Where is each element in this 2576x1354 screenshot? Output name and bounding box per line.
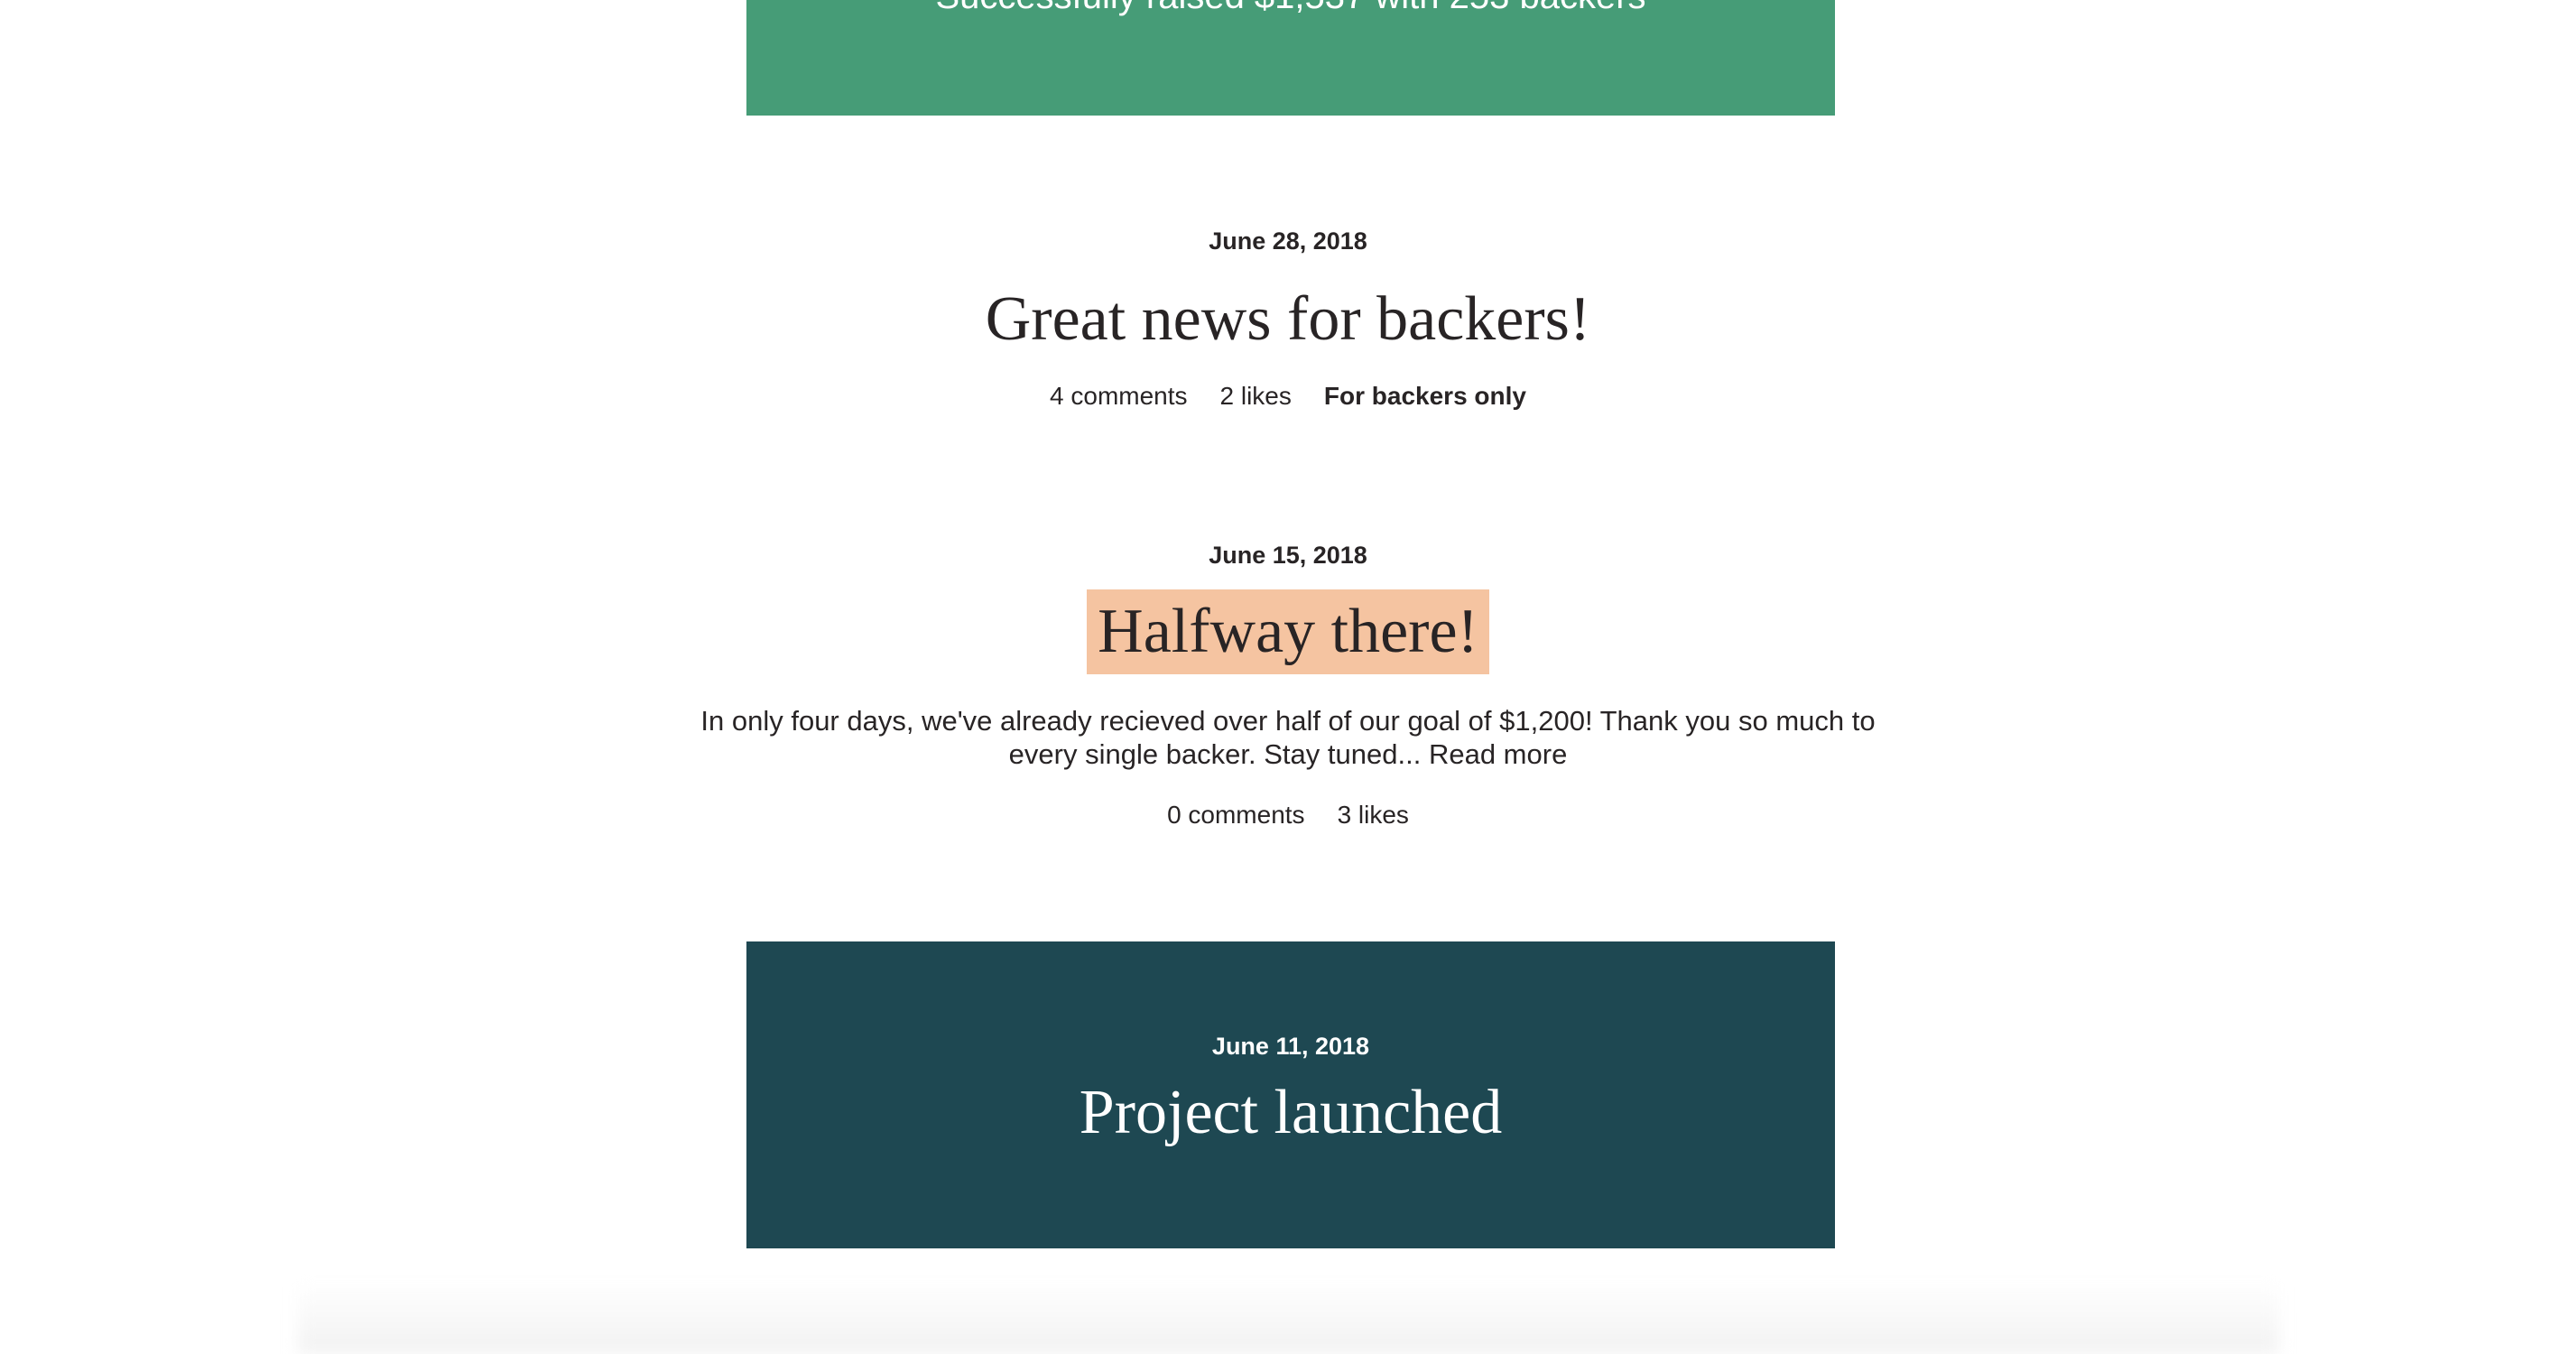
update-title[interactable]: Halfway there! — [1087, 589, 1489, 674]
update-date: June 11, 2018 — [1211, 1033, 1370, 1060]
update-date: June 15, 2018 — [1209, 542, 1367, 569]
update-meta: 4 comments 2 likes For backers only — [0, 381, 2576, 412]
read-more-link[interactable]: Read more — [1429, 738, 1567, 770]
comments-link[interactable]: 4 comments — [1050, 382, 1188, 410]
update-body: In only four days, we've already recieve… — [668, 704, 1908, 771]
update-title-wrap: Halfway there! — [0, 589, 2576, 674]
update-excerpt: In only four days, we've already recieve… — [700, 705, 1876, 770]
update-title[interactable]: Great news for backers! — [0, 283, 2576, 356]
likes-link[interactable]: 3 likes — [1338, 801, 1409, 829]
update-date: June 28, 2018 — [1209, 227, 1367, 255]
funding-success-text: Successfully raised $1,537 with 253 back… — [746, 0, 1835, 18]
backers-only-badge: For backers only — [1323, 382, 1526, 410]
footer-shadow — [298, 1282, 2279, 1354]
funding-success-banner: Successfully raised $1,537 with 253 back… — [746, 0, 1835, 116]
update-meta: 0 comments 3 likes — [0, 800, 2576, 830]
project-launched-card: June 11, 2018 Project launched — [746, 941, 1835, 1248]
update-title[interactable]: Project launched — [746, 1077, 1835, 1149]
likes-link[interactable]: 2 likes — [1220, 382, 1292, 410]
comments-link[interactable]: 0 comments — [1167, 801, 1305, 829]
